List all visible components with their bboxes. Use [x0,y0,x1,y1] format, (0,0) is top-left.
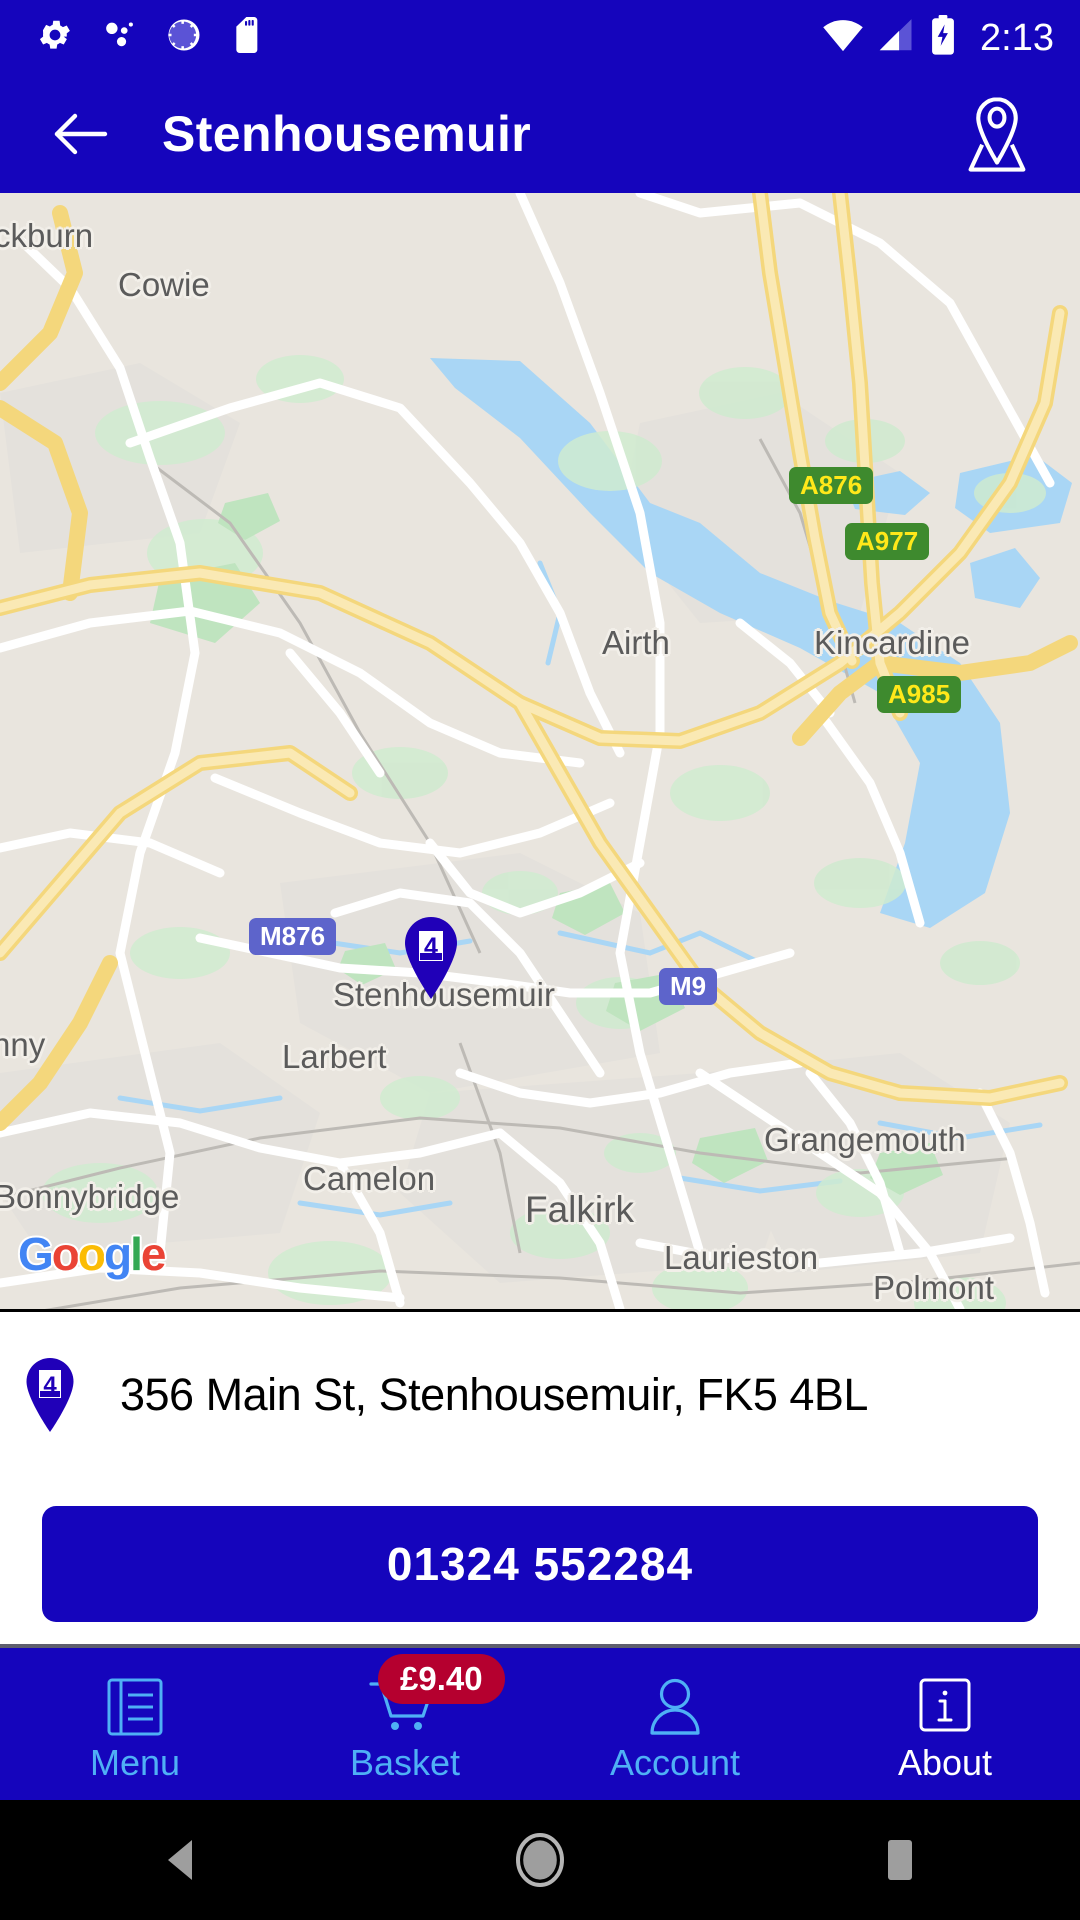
recents-square-icon [888,1840,912,1880]
bluetooth-dots-icon [100,16,138,59]
store-address: 356 Main St, Stenhousemuir, FK5 4BL [120,1369,868,1420]
google-attribution-logo: Google [18,1227,167,1281]
info-square-icon [915,1673,975,1741]
map-place-label: Larbert [282,1038,387,1075]
google-letter-o1: o [51,1228,80,1280]
page-title: Stenhousemuir [162,106,532,162]
google-letter-o2: o [77,1228,106,1280]
nav-label-account: Account [609,1742,741,1783]
nav-label-basket: Basket [349,1742,461,1783]
google-letter-l: l [130,1228,143,1280]
basket-total-badge: £9.40 [378,1654,505,1704]
person-icon [644,1673,706,1741]
wifi-icon [822,17,864,58]
road-shield-m9: M9 [659,968,718,1005]
status-bar-clock: 2:13 [980,16,1054,59]
map-place-label: nny [0,1026,46,1063]
call-store-button[interactable]: 01324 552284 [42,1506,1038,1622]
road-shield-a876: A876 [789,467,874,504]
android-system-navigation [0,1800,1080,1920]
google-letter-g: G [18,1228,54,1280]
map-place-label: Polmont [873,1269,995,1306]
app-header: Stenhousemuir [0,75,1080,193]
nav-label-about: About [897,1742,993,1783]
status-bar-left-icons [36,15,822,60]
map-place-label: Kincardine [814,624,970,661]
road-shield-m876: M876 [249,918,337,955]
battery-charging-icon [930,15,956,60]
home-circle-icon [516,1833,564,1887]
google-letter-g2: g [104,1228,132,1280]
android-recents-button[interactable] [720,1834,1080,1886]
android-back-button[interactable] [0,1834,360,1886]
map-place-label: ckburn [0,217,94,254]
map-place-label: Camelon [303,1160,436,1197]
nav-item-account[interactable]: Account [540,1648,810,1800]
nav-item-menu[interactable]: Menu [0,1648,270,1800]
nav-item-basket[interactable]: £9.40 Basket [270,1648,540,1800]
android-home-button[interactable] [360,1832,720,1888]
store-location-marker[interactable]: 4 [400,915,462,1001]
cellular-signal-icon [878,17,916,58]
status-bar-right-icons: 2:13 [822,15,1054,60]
map-place-label: Laurieston [664,1239,819,1276]
road-shield-a977: A977 [845,523,930,560]
google-letter-e: e [140,1228,167,1280]
map-place-label: Bonnybridge [0,1178,180,1215]
nav-item-about[interactable]: About [810,1648,1080,1800]
menu-book-icon [104,1673,166,1741]
store-info-panel: 4 356 Main St, Stenhousemuir, FK5 4BL 01… [0,1309,1080,1644]
map-place-label: Grangemouth [764,1121,966,1158]
back-triangle-icon [168,1840,192,1880]
sync-progress-icon [164,15,204,60]
address-row: 4 356 Main St, Stenhousemuir, FK5 4BL [0,1312,1080,1434]
map-view[interactable]: ckburn Cowie Airth Kincardine Stenhousem… [0,193,1080,1309]
map-place-label: Airth [602,624,670,661]
sd-card-icon [230,15,266,60]
road-shield-a985: A985 [877,676,962,713]
bottom-navigation-bar: Menu £9.40 Basket Account About [0,1644,1080,1800]
map-place-label: Cowie [118,266,210,303]
back-button[interactable] [48,101,114,167]
settings-gear-icon [36,16,74,59]
phone-screen: 2:13 Stenhousemuir ckburn Cowie Airth Ki… [0,0,1080,1920]
map-pin-directions-icon[interactable] [954,91,1040,177]
status-bar: 2:13 [0,0,1080,75]
map-place-label: Falkirk [525,1189,634,1230]
location-pin-icon: 4 [22,1356,78,1434]
nav-label-menu: Menu [89,1742,181,1783]
